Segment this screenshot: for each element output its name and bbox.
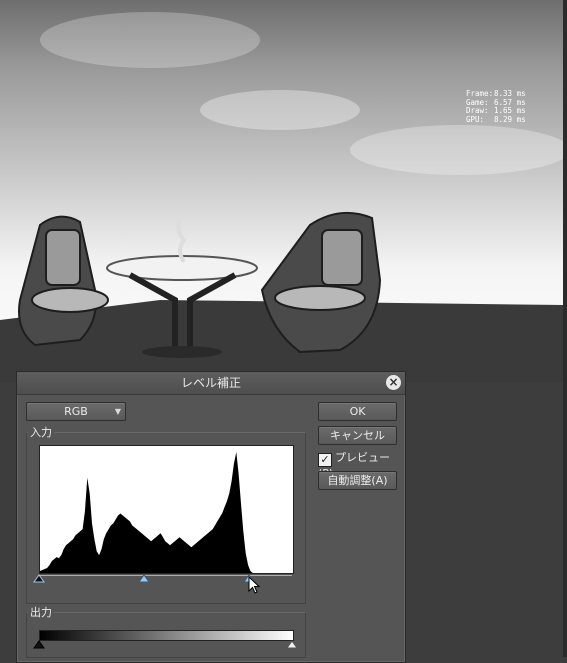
histogram bbox=[39, 445, 294, 574]
mouse-cursor-icon bbox=[248, 576, 261, 594]
levels-dialog: レベル補正 × RGB ▼ OK キャンセル ✓プレビュー(P) 自動調整(A)… bbox=[16, 371, 406, 663]
output-group-label: 出力 bbox=[28, 604, 54, 620]
cancel-button[interactable]: キャンセル bbox=[318, 426, 397, 445]
perf-row: GPU: 8.29 ms bbox=[466, 114, 526, 125]
chair-right-icon bbox=[260, 211, 382, 354]
input-group-label: 入力 bbox=[28, 424, 54, 440]
close-button[interactable]: × bbox=[386, 375, 401, 390]
channel-select-value: RGB bbox=[64, 405, 88, 418]
dialog-titlebar[interactable]: レベル補正 × bbox=[17, 372, 405, 395]
ok-button[interactable]: OK bbox=[318, 402, 397, 421]
output-white-handle[interactable] bbox=[286, 640, 298, 649]
scene-render bbox=[0, 12, 563, 382]
dialog-title: レベル補正 bbox=[180, 376, 241, 390]
auto-adjust-button[interactable]: 自動調整(A) bbox=[318, 471, 397, 490]
output-black-handle[interactable] bbox=[33, 640, 45, 649]
perf-value: 8.29 ms bbox=[494, 114, 526, 124]
chevron-down-icon: ▼ bbox=[114, 407, 121, 416]
performance-overlay: Frame:8.33 ms Game: 6.57 ms Draw: 1.65 ms GPU… bbox=[466, 89, 526, 125]
output-handles[interactable] bbox=[33, 640, 298, 650]
checkmark-icon[interactable]: ✓ bbox=[318, 453, 332, 467]
3d-viewport[interactable]: Frame:8.33 ms Game: 6.57 ms Draw: 1.65 ms GPU… bbox=[0, 0, 563, 382]
channel-select[interactable]: RGB ▼ bbox=[26, 402, 126, 421]
input-gamma-handle[interactable] bbox=[138, 574, 150, 583]
right-panel-edge bbox=[563, 0, 567, 657]
input-black-handle[interactable] bbox=[33, 574, 45, 583]
perf-label: GPU: bbox=[466, 114, 485, 124]
histogram-fill bbox=[40, 452, 293, 573]
